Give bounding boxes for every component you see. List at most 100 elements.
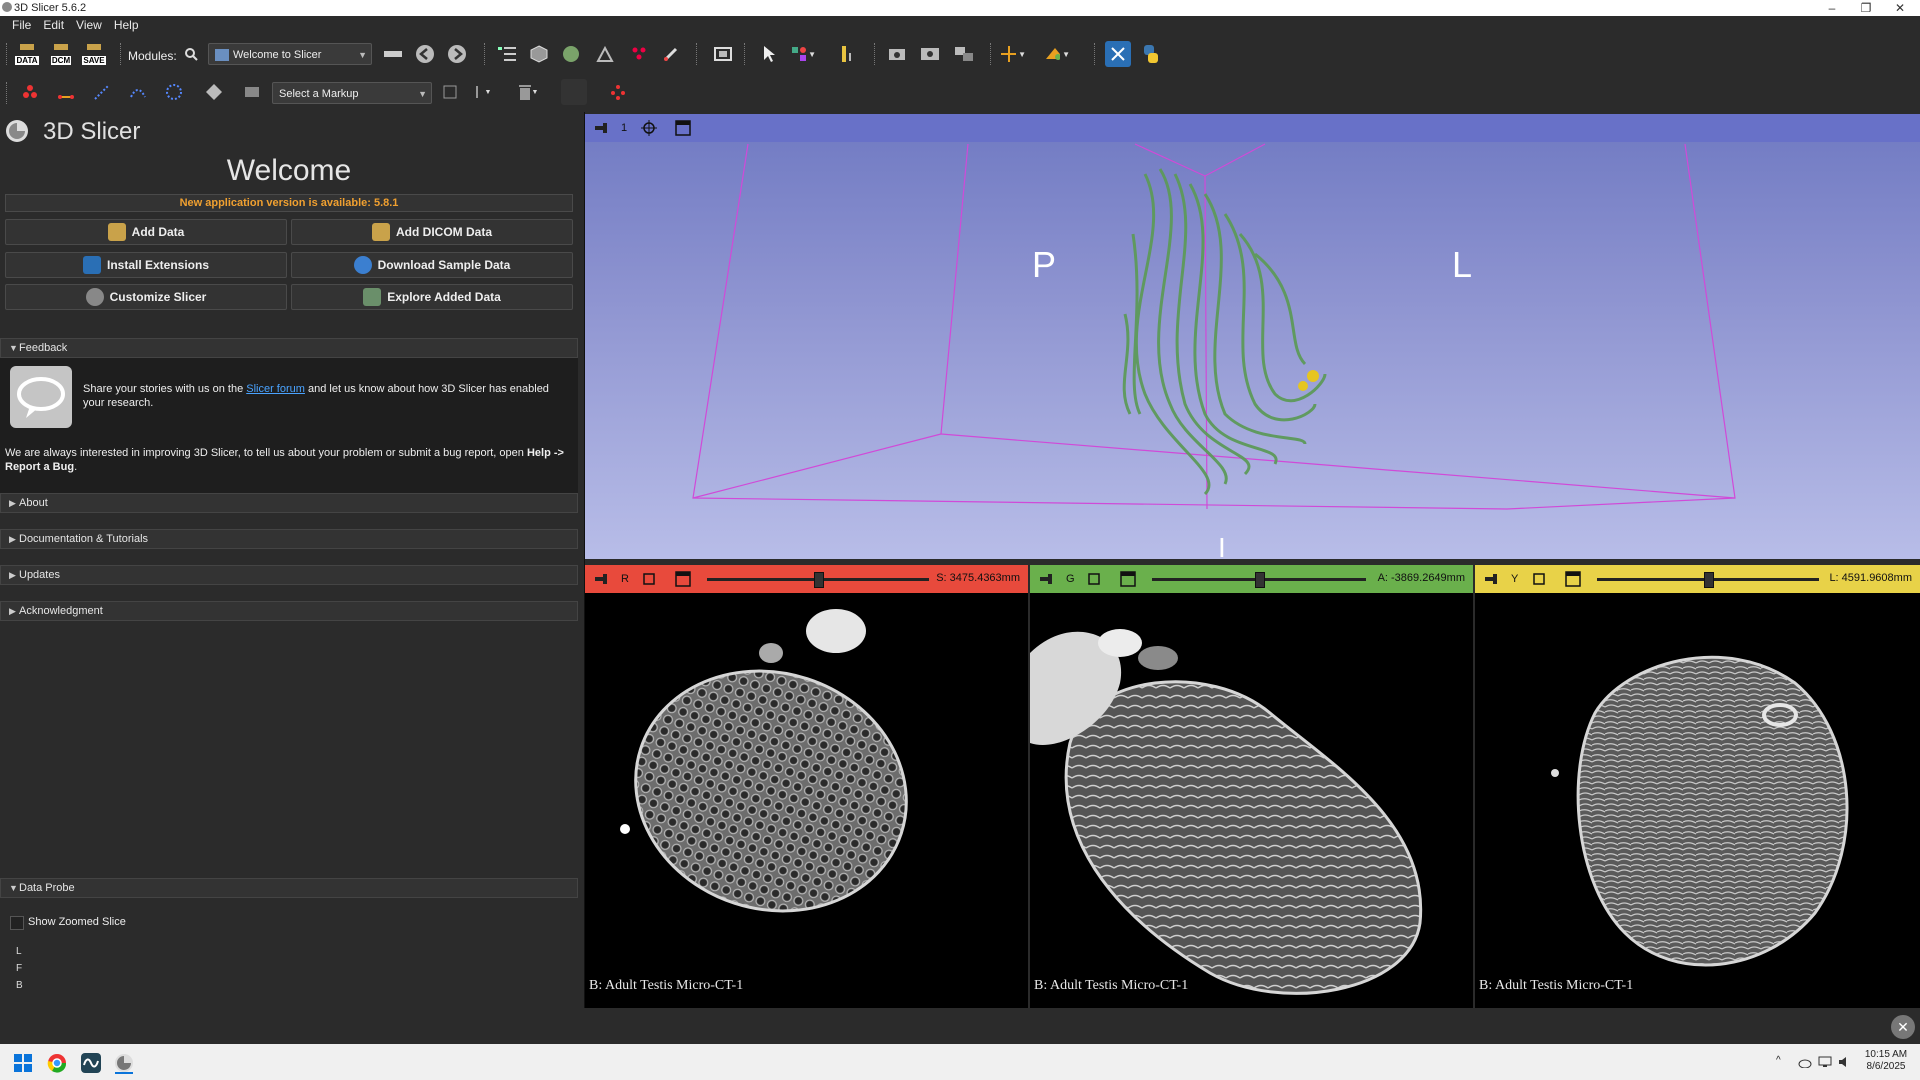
explore-data-button[interactable]: Explore Added Data: [291, 284, 573, 310]
menu-edit[interactable]: Edit: [37, 16, 70, 34]
markup-delete-button[interactable]: ▼: [515, 79, 541, 105]
menu-help[interactable]: Help: [108, 16, 145, 34]
toolbar-grip: [6, 82, 9, 104]
slicer-forum-link[interactable]: Slicer forum: [246, 383, 305, 395]
3d-point-marker: [1298, 381, 1308, 391]
updates-section-header[interactable]: ▶ Updates: [0, 565, 578, 585]
scene-view-button[interactable]: [952, 41, 978, 67]
maximize-view-icon[interactable]: [1565, 571, 1581, 587]
plane-markup-button[interactable]: [201, 79, 227, 105]
menu-view[interactable]: View: [70, 16, 108, 34]
volume-icon[interactable]: [1838, 1056, 1852, 1068]
show-zoomed-checkbox[interactable]: [10, 916, 24, 930]
previous-module-button[interactable]: [412, 41, 438, 67]
pin-icon[interactable]: [1040, 574, 1054, 584]
show-zoomed-label[interactable]: Show Zoomed Slice: [28, 916, 126, 928]
pin-icon[interactable]: [595, 574, 609, 584]
line-icon: [58, 95, 74, 99]
markup-selector[interactable]: Select a Markup ▼: [272, 82, 432, 104]
markup-place-mode-button[interactable]: ▼: [467, 79, 493, 105]
docs-section-header[interactable]: ▶ Documentation & Tutorials: [0, 529, 578, 549]
green-slice-view[interactable]: B: Adult Testis Micro-CT-1: [1030, 593, 1473, 1008]
maximize-view-icon[interactable]: [675, 120, 691, 136]
pin-icon[interactable]: [1485, 574, 1499, 584]
save-button[interactable]: SAVE: [81, 41, 107, 67]
download-sample-button[interactable]: Download Sample Data: [291, 252, 573, 278]
link-slice-icon[interactable]: [1086, 571, 1102, 587]
red-slider-handle[interactable]: [814, 572, 824, 588]
crosshair-button[interactable]: ▼: [1000, 41, 1026, 67]
snapshot-button[interactable]: [918, 41, 944, 67]
pin-icon[interactable]: [595, 123, 609, 133]
save-icon: [87, 43, 101, 50]
3d-view[interactable]: P L I: [585, 114, 1920, 559]
dicom-button[interactable]: DCM: [48, 41, 74, 67]
pin-icon: [475, 86, 478, 98]
layout-button[interactable]: [884, 41, 910, 67]
center-view-icon[interactable]: [641, 120, 657, 136]
customize-slicer-button[interactable]: Customize Slicer: [5, 284, 287, 310]
add-data-button[interactable]: Add Data: [5, 219, 287, 245]
window-level-button[interactable]: [836, 41, 862, 67]
screen-capture-button[interactable]: [710, 41, 736, 67]
slice-intersections-button[interactable]: ▼: [1044, 41, 1070, 67]
mouse-mode-view-button[interactable]: [756, 41, 782, 67]
yellow-slice-view[interactable]: B: Adult Testis Micro-CT-1: [1475, 593, 1920, 1008]
point-list-button[interactable]: [17, 79, 43, 105]
green-slider-handle[interactable]: [1255, 572, 1265, 588]
cloud-icon[interactable]: [1798, 1056, 1812, 1068]
python-console-button[interactable]: [1138, 41, 1164, 67]
link-slice-icon[interactable]: [641, 571, 657, 587]
install-extensions-button[interactable]: Install Extensions: [5, 252, 287, 278]
markups-module-button[interactable]: [626, 41, 652, 67]
menu-file[interactable]: File: [6, 16, 37, 34]
about-section-header[interactable]: ▶ About: [0, 493, 578, 513]
green-slice-offset-slider[interactable]: [1152, 572, 1366, 588]
angle-markup-button[interactable]: [89, 79, 115, 105]
network-icon[interactable]: [1818, 1056, 1832, 1068]
data-module-button[interactable]: [494, 41, 520, 67]
markup-extra-button[interactable]: [561, 79, 587, 105]
roi-markup-button[interactable]: [239, 79, 265, 105]
place-markup-button[interactable]: ▼: [790, 41, 816, 67]
windows-start-icon[interactable]: [14, 1054, 32, 1072]
transforms-module-button[interactable]: [592, 41, 618, 67]
module-search-button[interactable]: [178, 41, 204, 67]
tray-overflow-icon[interactable]: ^: [1776, 1055, 1781, 1066]
link-slice-icon[interactable]: [1531, 571, 1547, 587]
maximize-view-icon[interactable]: [1120, 571, 1136, 587]
restore-button[interactable]: ❐: [1849, 0, 1883, 16]
yellow-slider-handle[interactable]: [1704, 572, 1714, 588]
closed-curve-button[interactable]: [161, 79, 187, 105]
yellow-slice-offset-slider[interactable]: [1597, 572, 1819, 588]
update-notice[interactable]: New application version is available: 5.…: [5, 194, 573, 212]
extensions-manager-button[interactable]: [1105, 41, 1131, 67]
curve-markup-button[interactable]: [125, 79, 151, 105]
volumes-module-button[interactable]: [526, 41, 552, 67]
chrome-icon[interactable]: [47, 1053, 67, 1073]
markup-points-button[interactable]: [605, 79, 631, 105]
slicer-taskbar-icon[interactable]: [113, 1052, 135, 1074]
red-slice-offset-slider[interactable]: [707, 572, 929, 588]
acknowledgment-section-header[interactable]: ▶ Acknowledgment: [0, 601, 578, 621]
segment-editor-button[interactable]: [658, 41, 684, 67]
load-data-button[interactable]: DATA: [14, 41, 40, 67]
module-history-button[interactable]: [380, 41, 406, 67]
maximize-view-icon[interactable]: [675, 571, 691, 587]
error-log-button[interactable]: ✕: [1891, 1015, 1915, 1039]
next-module-button[interactable]: [444, 41, 470, 67]
clock[interactable]: 10:15 AM 8/6/2025: [1858, 1049, 1914, 1073]
minimize-button[interactable]: –: [1815, 0, 1849, 16]
module-selector[interactable]: Welcome to Slicer ▼: [208, 43, 372, 65]
window-level-icon: [842, 46, 851, 62]
close-window-button[interactable]: ✕: [1883, 0, 1917, 16]
feedback-section-header[interactable]: ▼Feedback: [0, 338, 578, 358]
meta-app-icon[interactable]: [81, 1053, 101, 1073]
data-probe-section-header[interactable]: ▼Data Probe: [0, 878, 578, 898]
line-markup-button[interactable]: [53, 79, 79, 105]
add-dicom-button[interactable]: Add DICOM Data: [291, 219, 573, 245]
red-slice-view[interactable]: B: Adult Testis Micro-CT-1: [585, 593, 1028, 1008]
chevron-down-icon: ▼: [418, 89, 427, 99]
models-module-button[interactable]: [558, 41, 584, 67]
markup-visibility-button[interactable]: [437, 79, 463, 105]
